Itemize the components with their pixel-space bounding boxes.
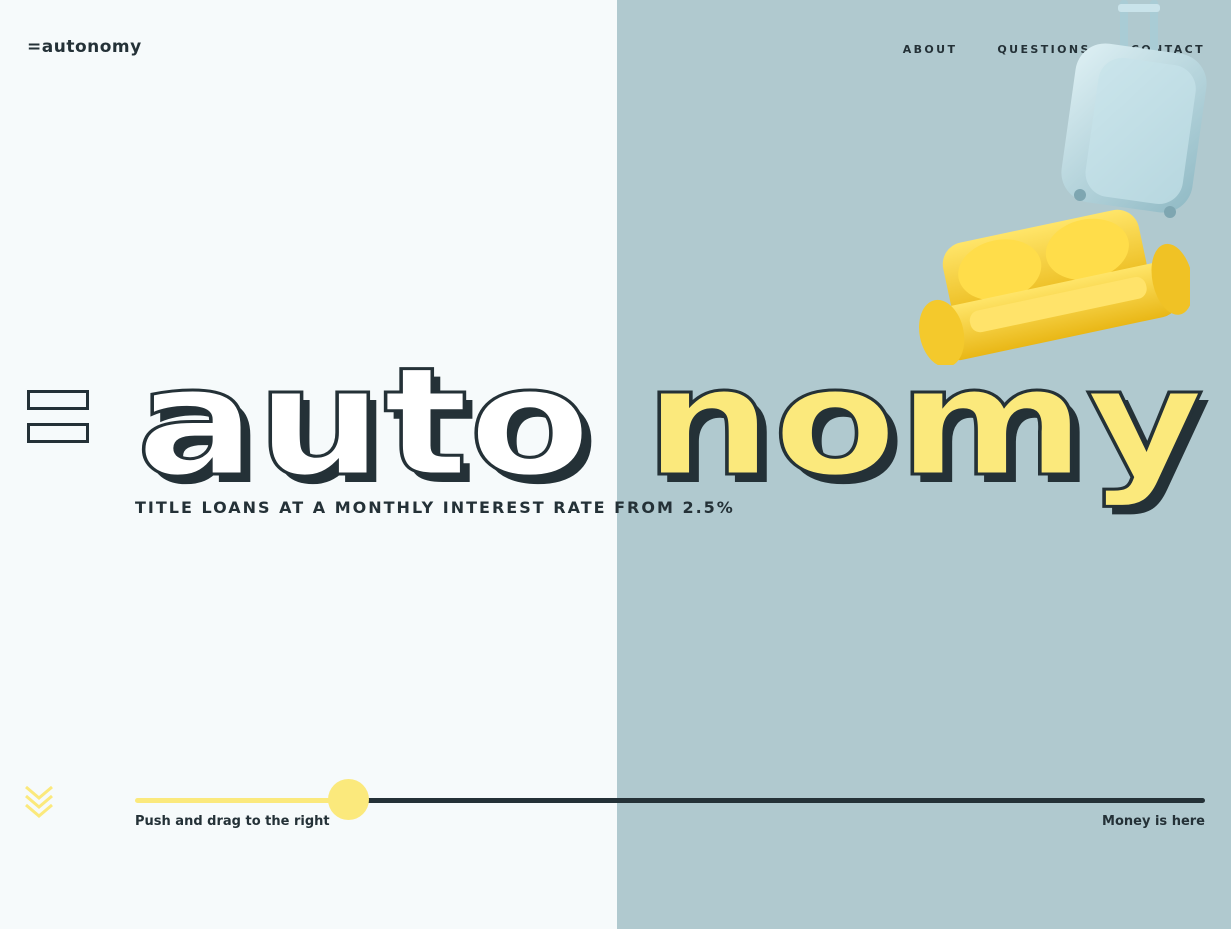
tagline: TITLE LOANS AT A MONTHLY INTEREST RATE F… xyxy=(135,498,735,517)
hamburger-icon[interactable] xyxy=(27,390,89,446)
landing-page: =autonomy ABOUT QUESTIONS CONTACT auto a… xyxy=(0,0,1231,929)
nav-about[interactable]: ABOUT xyxy=(903,43,958,56)
hero-word-left: auto xyxy=(136,336,591,510)
double-chevron-down-icon[interactable] xyxy=(23,784,55,822)
hero-word-right: nomy xyxy=(644,336,1204,510)
slider-track-filled xyxy=(135,798,350,803)
slider-handle[interactable] xyxy=(328,779,369,820)
slider-hint-left: Push and drag to the right xyxy=(135,814,330,829)
slider-track[interactable] xyxy=(348,798,1205,803)
slider-hint-right: Money is here xyxy=(1102,814,1205,829)
logo[interactable]: =autonomy xyxy=(27,37,142,57)
suitcase-illustration xyxy=(1061,0,1207,218)
